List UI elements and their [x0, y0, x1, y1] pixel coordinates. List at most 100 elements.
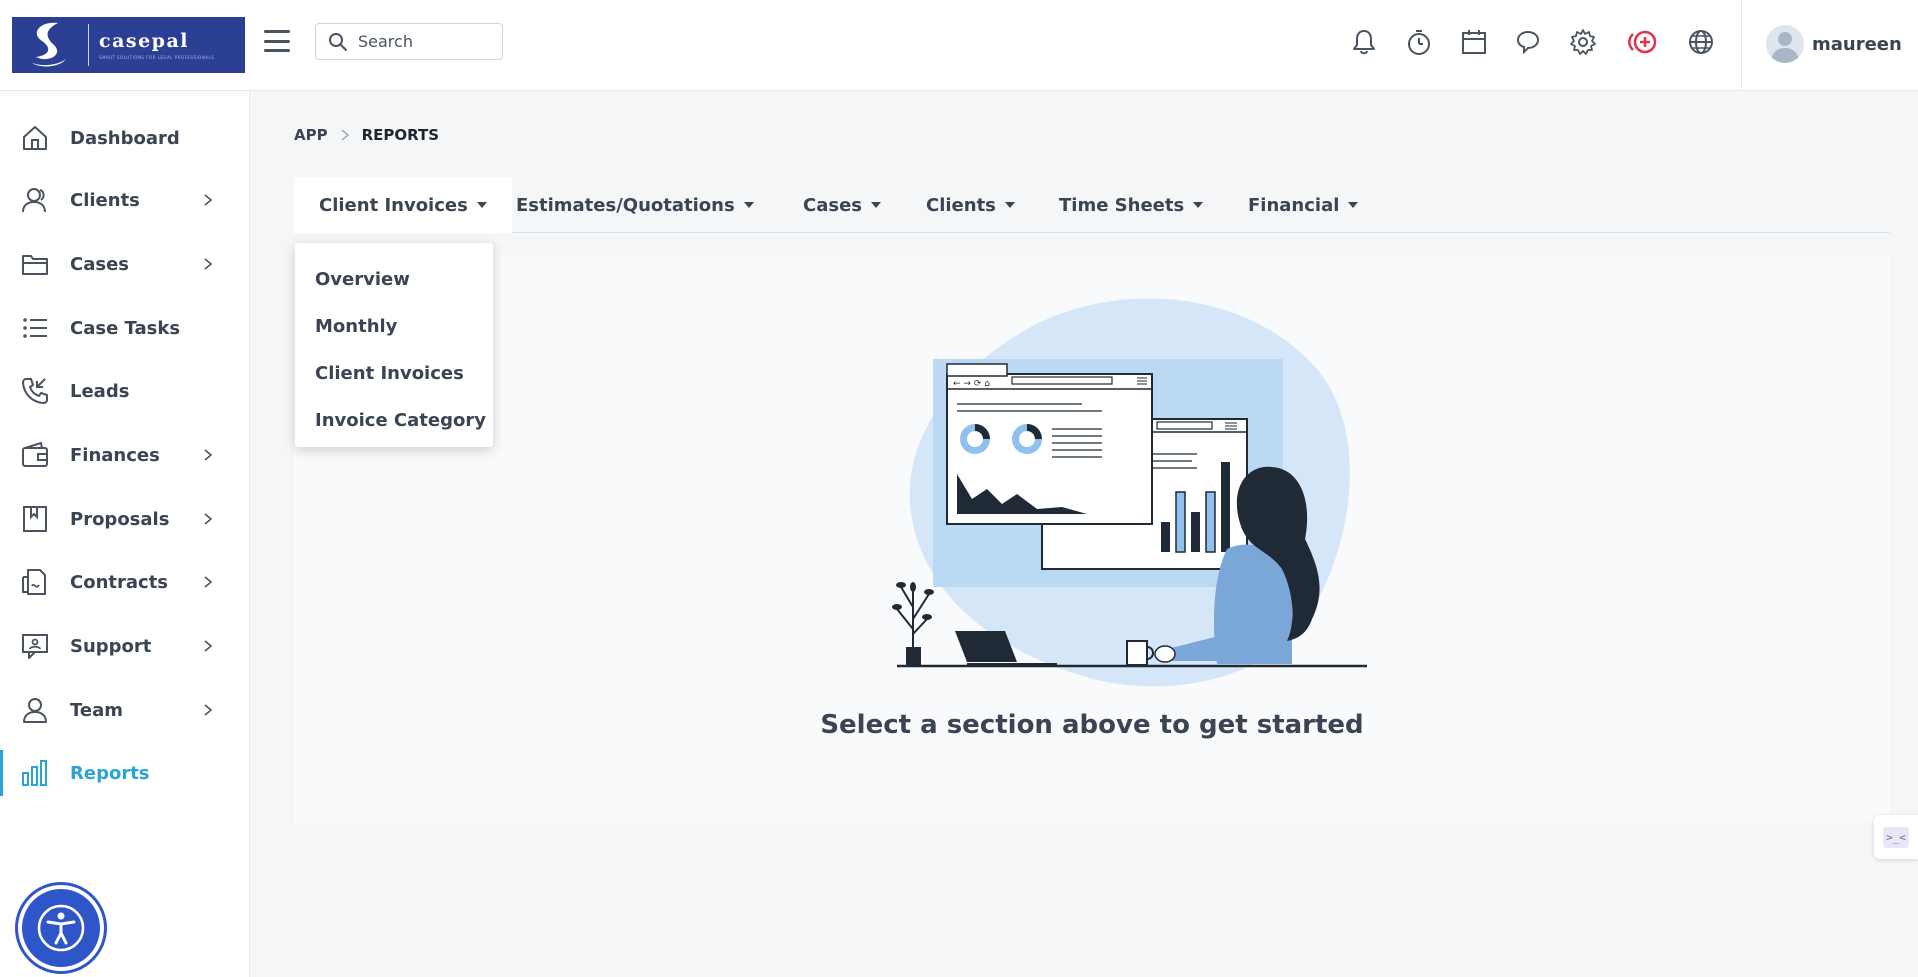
chevron-right-icon — [341, 129, 349, 141]
tab-label: Client Invoices — [319, 194, 468, 216]
sidebar-item-team[interactable]: Team — [0, 683, 250, 737]
sidebar-item-dashboard[interactable]: Dashboard — [0, 111, 250, 165]
sidebar-item-reports[interactable]: Reports — [0, 746, 250, 800]
caret-down-icon — [743, 202, 754, 208]
chat-icon[interactable] — [1513, 27, 1543, 57]
calendar-icon[interactable] — [1459, 27, 1489, 57]
tab-clients[interactable]: Clients — [901, 177, 1040, 233]
sidebar-item-label: Support — [70, 635, 152, 657]
avatar — [1766, 25, 1804, 63]
tab-time-sheets[interactable]: Time Sheets — [1034, 177, 1228, 233]
book-icon — [20, 504, 50, 534]
sidebar-item-label: Leads — [70, 380, 130, 402]
sidebar-item-finances[interactable]: Finances — [0, 428, 250, 482]
tab-cases[interactable]: Cases — [778, 177, 906, 233]
sidebar-item-label: Clients — [70, 189, 140, 211]
empty-state-message: Select a section above to get started — [820, 710, 1364, 740]
client-invoices-dropdown: Overview Monthly Client Invoices Invoice… — [295, 243, 493, 447]
caret-down-icon — [871, 202, 881, 208]
search-box[interactable] — [315, 23, 503, 60]
clients-icon — [20, 185, 50, 215]
sidebar: Dashboard Clients Cases Case Tasks Leads… — [0, 91, 250, 977]
caret-down-icon — [1004, 202, 1015, 208]
timer-icon[interactable] — [1404, 27, 1434, 57]
sidebar-item-support[interactable]: Support — [0, 619, 250, 673]
reports-illustration: ← → ⟳ ⌂ — [892, 298, 1367, 687]
report-tabs: Client Invoices Estimates/Quotations Cas… — [294, 177, 1890, 233]
caret-down-icon — [476, 202, 487, 208]
tab-label: Clients — [926, 194, 996, 216]
username: maureen — [1812, 33, 1902, 55]
sidebar-item-proposals[interactable]: Proposals — [0, 492, 250, 546]
side-widget-button[interactable]: >_< — [1874, 815, 1918, 859]
logo-mark-icon — [32, 22, 66, 67]
breadcrumb-current: REPORTS — [361, 126, 440, 144]
user-icon — [20, 695, 50, 725]
breadcrumb: APP REPORTS — [294, 126, 439, 144]
list-icon — [20, 313, 50, 343]
chevron-right-icon — [204, 258, 213, 270]
dropdown-item-overview[interactable]: Overview — [295, 256, 493, 303]
header-divider — [1741, 0, 1742, 91]
sidebar-item-clients[interactable]: Clients — [0, 173, 250, 227]
sidebar-item-cases[interactable]: Cases — [0, 237, 250, 291]
accessibility-icon — [37, 904, 85, 952]
svg-text:← → ⟳ ⌂: ← → ⟳ ⌂ — [953, 379, 990, 389]
bell-icon[interactable] — [1349, 27, 1379, 57]
dropdown-item-client-invoices[interactable]: Client Invoices — [295, 350, 493, 397]
search-input[interactable] — [358, 32, 498, 51]
breadcrumb-app-link[interactable]: APP — [294, 126, 328, 144]
chevron-right-icon — [204, 576, 213, 588]
gear-icon[interactable] — [1568, 27, 1598, 57]
chevron-right-icon — [204, 704, 213, 716]
brand-tagline: SMART SOLUTIONS FOR LEGAL PROFESSIONALS — [99, 55, 215, 60]
phone-icon — [20, 376, 50, 406]
chevron-right-icon — [204, 449, 213, 461]
logo-divider — [88, 24, 89, 66]
sidebar-item-label: Case Tasks — [70, 317, 181, 339]
empty-state-panel: ← → ⟳ ⌂ Select a section above to get st… — [294, 255, 1890, 823]
tab-label: Time Sheets — [1059, 194, 1185, 216]
caret-down-icon — [1348, 202, 1359, 208]
add-circle-icon[interactable] — [1625, 27, 1661, 57]
sidebar-item-label: Cases — [70, 253, 129, 275]
tab-label: Financial — [1248, 194, 1340, 216]
folder-icon — [20, 249, 50, 279]
sidebar-item-label: Contracts — [70, 571, 169, 593]
globe-icon[interactable] — [1686, 27, 1716, 57]
contract-icon — [20, 567, 50, 597]
tab-client-invoices[interactable]: Client Invoices — [294, 177, 512, 233]
sidebar-item-label: Proposals — [70, 508, 170, 530]
tab-estimates-quotations[interactable]: Estimates/Quotations — [491, 177, 779, 233]
side-widget-label: >_< — [1883, 826, 1909, 848]
support-icon — [20, 631, 50, 661]
wallet-icon — [20, 440, 50, 470]
accessibility-button[interactable] — [18, 885, 104, 971]
sidebar-item-case-tasks[interactable]: Case Tasks — [0, 301, 250, 355]
logo-text: casepal SMART SOLUTIONS FOR LEGAL PROFES… — [99, 30, 214, 60]
sidebar-item-label: Team — [70, 699, 123, 721]
brand-name: casepal — [99, 30, 189, 52]
chevron-right-icon — [204, 194, 213, 206]
top-header: casepal SMART SOLUTIONS FOR LEGAL PROFES… — [0, 0, 1918, 91]
sidebar-item-label: Reports — [70, 762, 150, 784]
tab-label: Cases — [803, 194, 862, 216]
logo[interactable]: casepal SMART SOLUTIONS FOR LEGAL PROFES… — [12, 17, 245, 73]
chevron-right-icon — [204, 513, 213, 525]
caret-down-icon — [1193, 202, 1204, 208]
search-icon — [329, 32, 347, 51]
menu-toggle-icon[interactable] — [264, 30, 290, 52]
tab-financial[interactable]: Financial — [1223, 177, 1383, 233]
user-menu[interactable]: maureen — [1766, 24, 1902, 64]
dropdown-item-monthly[interactable]: Monthly — [295, 303, 493, 350]
sidebar-item-label: Dashboard — [70, 127, 180, 149]
sidebar-item-label: Finances — [70, 444, 160, 466]
tab-label: Estimates/Quotations — [516, 194, 735, 216]
sidebar-item-contracts[interactable]: Contracts — [0, 555, 250, 609]
bar-chart-icon — [20, 758, 50, 788]
sidebar-item-leads[interactable]: Leads — [0, 364, 250, 418]
main-content: APP REPORTS Client Invoices Estimates/Qu… — [251, 92, 1918, 977]
chevron-right-icon — [204, 640, 213, 652]
home-icon — [20, 123, 50, 153]
dropdown-item-invoice-category[interactable]: Invoice Category — [295, 397, 493, 444]
